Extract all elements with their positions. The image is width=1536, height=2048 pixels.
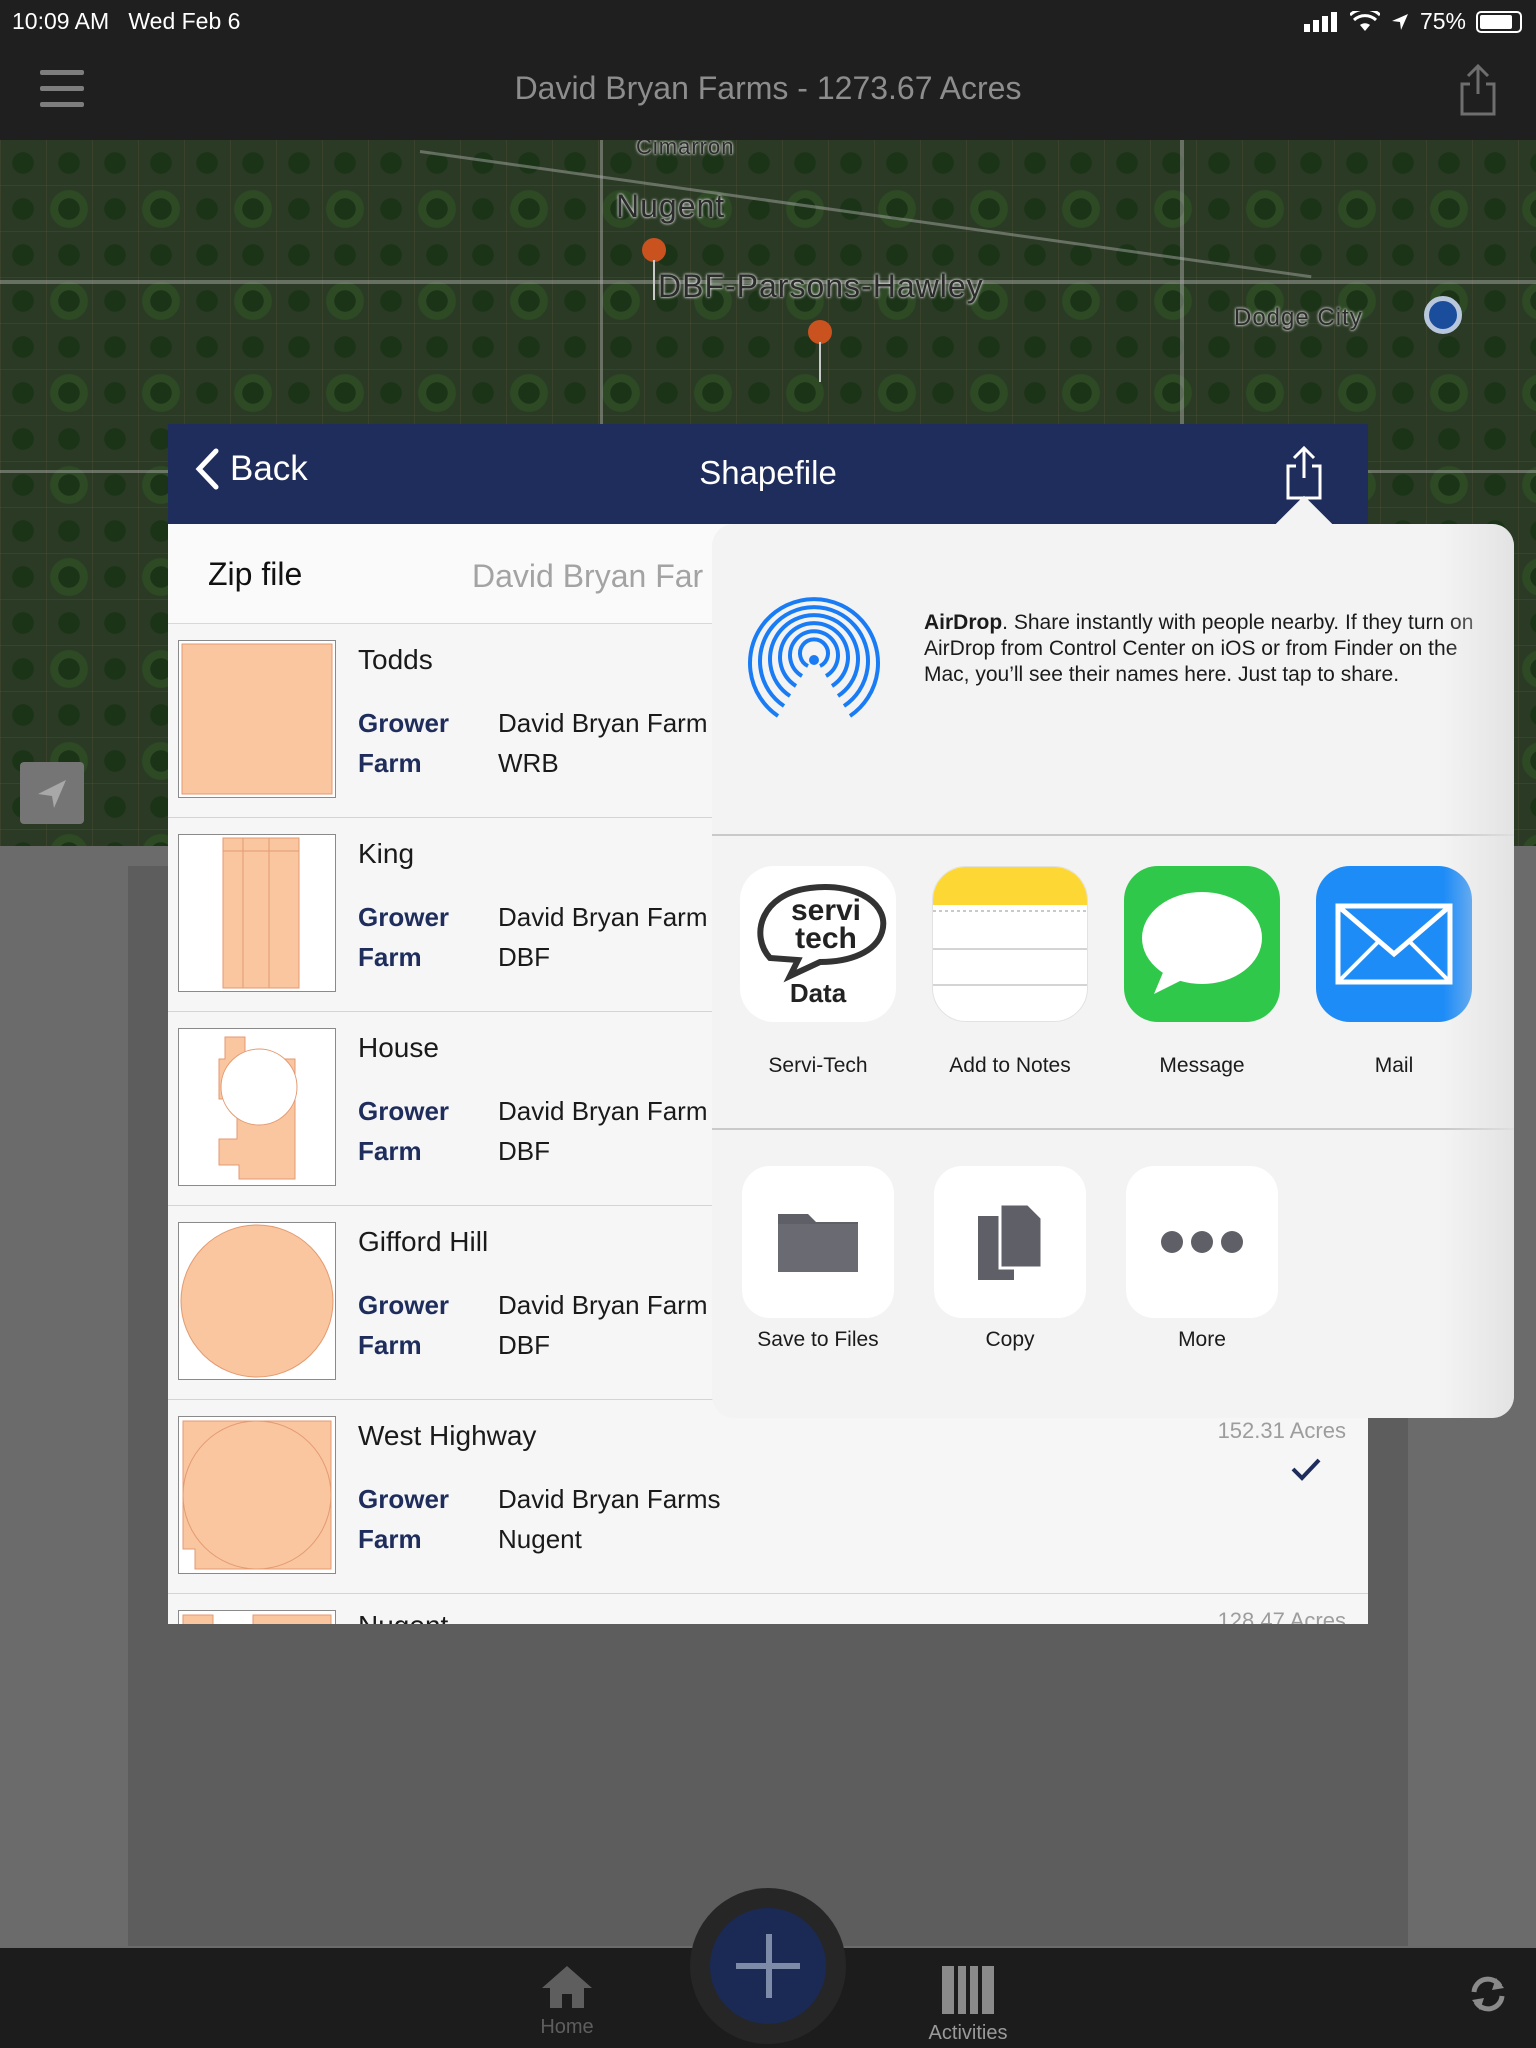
activities-icon xyxy=(942,1966,994,2014)
share-app-label: Message xyxy=(1159,1054,1245,1077)
zip-file-label: Zip file xyxy=(208,556,303,592)
battery-percent: 75% xyxy=(1419,8,1466,34)
share-apps-row: servi tech Data Servi-Tech Add to Notes … xyxy=(712,836,1514,1126)
sheet-title: Shapefile xyxy=(699,454,837,491)
field-pin-nugent[interactable] xyxy=(642,238,666,300)
tab-home[interactable]: Home xyxy=(520,1964,614,2039)
shapefile-header: Back Shapefile xyxy=(168,424,1368,524)
home-icon xyxy=(542,1966,592,2008)
farm-key: Farm xyxy=(358,1330,422,1360)
wifi-icon xyxy=(1349,10,1380,31)
farm-value: WRB xyxy=(498,748,559,778)
grower-key: Grower xyxy=(358,1484,450,1514)
grower-value: David Bryan Farm xyxy=(498,1096,708,1126)
battery-icon xyxy=(1476,10,1522,33)
farm-value: Nugent xyxy=(498,1524,582,1554)
locate-me-button[interactable] xyxy=(20,762,84,824)
grower-key: Grower xyxy=(358,1096,450,1126)
scroll-fade xyxy=(1444,524,1514,1418)
map-label-cimarron: Cimarron xyxy=(636,140,735,159)
field-name: Todds xyxy=(358,644,433,675)
farm-value: DBF xyxy=(498,942,550,972)
map-label-dodge-city: Dodge City xyxy=(1234,304,1363,331)
copy-button[interactable] xyxy=(934,1166,1086,1318)
tab-activities[interactable]: Activities xyxy=(918,1964,1018,2045)
grower-value: David Bryan Farm xyxy=(498,1290,708,1320)
tab-home-label: Home xyxy=(540,2016,594,2038)
share-sheet: AirDrop. Share instantly with people nea… xyxy=(712,524,1514,1418)
field-shape-thumbnail xyxy=(178,1610,336,1624)
field-acres: 152.31 Acres xyxy=(1217,1418,1346,1443)
field-name: House xyxy=(358,1032,439,1063)
copy-icon xyxy=(978,1202,1044,1280)
grower-value: David Bryan Farm xyxy=(498,708,708,738)
folder-icon xyxy=(778,1214,858,1272)
location-arrow-icon xyxy=(1391,13,1408,30)
zip-file-value: David Bryan Far xyxy=(472,558,704,594)
field-shape-thumbnail xyxy=(178,1028,336,1186)
field-pin-parsons[interactable] xyxy=(808,320,832,382)
airdrop-section[interactable]: AirDrop. Share instantly with people nea… xyxy=(712,524,1514,834)
grower-key: Grower xyxy=(358,902,450,932)
field-name: King xyxy=(358,838,415,869)
field-name: Gifford Hill xyxy=(358,1226,489,1257)
status-time: 10:09 AM Wed Feb 6 xyxy=(12,8,241,34)
airdrop-icon xyxy=(748,597,880,718)
field-row[interactable]: Nugent 128.47 Acres xyxy=(168,1594,1368,1624)
share-app-label: Add to Notes xyxy=(949,1054,1071,1077)
current-location-dot xyxy=(1424,296,1462,334)
field-acres: 128.47 Acres xyxy=(1217,1608,1346,1624)
share-action-label: Save to Files xyxy=(757,1328,879,1351)
tab-activities-label: Activities xyxy=(928,2022,1008,2044)
signal-icon xyxy=(1303,11,1337,32)
servi-tech-icon[interactable]: servi tech Data xyxy=(740,866,896,1022)
status-right: 75% xyxy=(1303,8,1522,35)
farm-key: Farm xyxy=(358,1524,422,1554)
share-actions-row: Save to Files Copy More xyxy=(712,1130,1514,1418)
share-app-label: Servi-Tech xyxy=(768,1054,868,1077)
save-to-files-button[interactable] xyxy=(742,1166,894,1318)
add-button[interactable] xyxy=(710,1908,826,2024)
grower-key: Grower xyxy=(358,708,450,738)
farm-key: Farm xyxy=(358,748,422,778)
map-label-nugent: Nugent xyxy=(616,188,726,224)
grower-value: David Bryan Farms xyxy=(498,1484,721,1514)
notes-icon[interactable] xyxy=(932,866,1088,1022)
more-icon xyxy=(1161,1231,1243,1253)
airdrop-description: AirDrop. Share instantly with people nea… xyxy=(924,611,1474,686)
share-action-label: More xyxy=(1178,1328,1226,1351)
grower-value: David Bryan Farm xyxy=(498,902,708,932)
field-row[interactable]: West Highway 152.31 Acres Grower David B… xyxy=(168,1400,1368,1594)
svg-text:tech: tech xyxy=(795,922,857,955)
field-name: West Highway xyxy=(358,1420,537,1451)
farm-key: Farm xyxy=(358,1136,422,1166)
share-icon[interactable] xyxy=(1458,64,1498,116)
message-icon[interactable] xyxy=(1124,866,1280,1022)
page-title: David Bryan Farms - 1273.67 Acres xyxy=(514,70,1022,106)
app-nav-bar: David Bryan Farms - 1273.67 Acres xyxy=(0,40,1536,140)
farm-value: DBF xyxy=(498,1330,550,1360)
field-shape-thumbnail xyxy=(178,1222,336,1380)
navigation-arrow-icon xyxy=(38,780,66,808)
share-action-label: Copy xyxy=(985,1328,1035,1351)
checkmark-icon xyxy=(1291,1458,1321,1481)
svg-text:Data: Data xyxy=(790,978,847,1008)
field-shape-thumbnail xyxy=(178,1416,336,1574)
share-icon[interactable] xyxy=(1284,446,1324,500)
grower-key: Grower xyxy=(358,1290,450,1320)
field-shape-thumbnail xyxy=(178,640,336,798)
field-name: Nugent xyxy=(358,1610,448,1624)
sync-icon[interactable] xyxy=(1466,1972,1510,2016)
farm-value: DBF xyxy=(498,1136,550,1166)
farm-key: Farm xyxy=(358,942,422,972)
map-label-parsons: DBF-Parsons-Hawley xyxy=(658,268,984,304)
more-button[interactable] xyxy=(1126,1166,1278,1318)
field-shape-thumbnail xyxy=(178,834,336,992)
status-bar: 10:09 AM Wed Feb 6 75% xyxy=(0,0,1536,40)
